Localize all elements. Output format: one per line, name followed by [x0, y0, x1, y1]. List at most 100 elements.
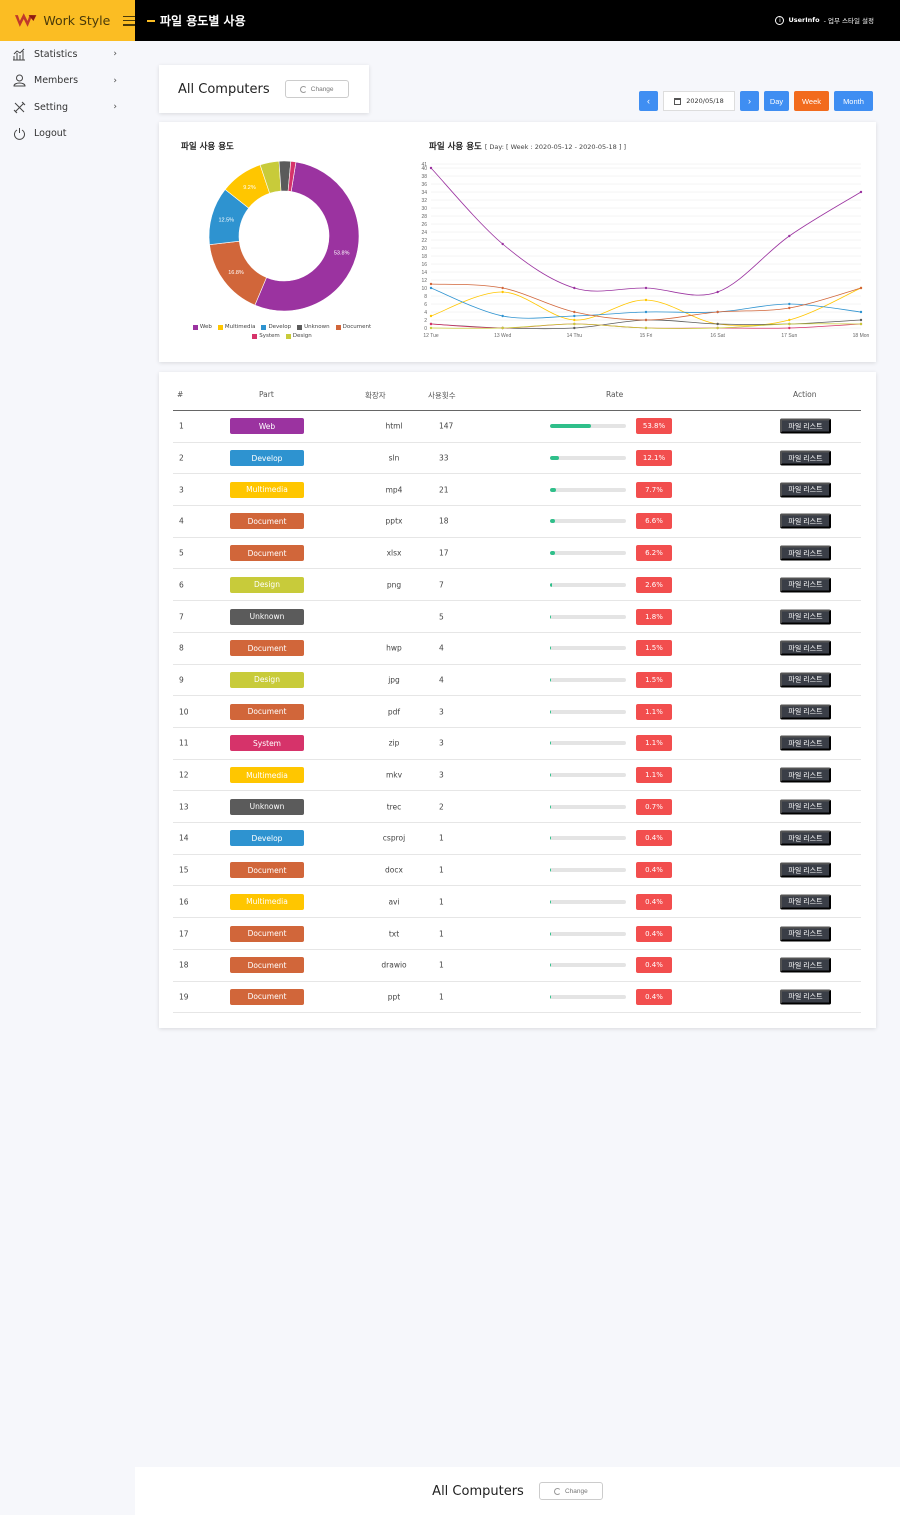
rate-bar-fill	[550, 519, 556, 524]
data-point[interactable]	[429, 322, 433, 326]
file-list-button[interactable]: 파일 리스트	[780, 640, 831, 656]
sidebar-item-statistics[interactable]: Statistics ›	[0, 41, 135, 68]
data-point[interactable]	[644, 326, 648, 330]
file-list-button[interactable]: 파일 리스트	[780, 799, 831, 815]
file-list-button[interactable]: 파일 리스트	[780, 926, 831, 942]
data-point[interactable]	[716, 310, 719, 314]
table-row: 12 Multimedia mkv 3 1.1% 파일 리스트	[173, 760, 861, 792]
sidebar-item-logout[interactable]: Logout	[0, 121, 135, 148]
file-list-button[interactable]: 파일 리스트	[780, 862, 831, 878]
data-point[interactable]	[573, 322, 576, 326]
prev-date-button[interactable]: ‹	[639, 91, 658, 111]
data-point[interactable]	[788, 322, 791, 326]
file-list-button[interactable]: 파일 리스트	[780, 418, 831, 434]
data-point[interactable]	[429, 286, 433, 290]
legend-item[interactable]: System	[252, 333, 280, 339]
usage-count: 17	[439, 548, 449, 558]
legend-item[interactable]: Web	[192, 324, 212, 330]
data-point[interactable]	[644, 310, 648, 314]
userinfo-link[interactable]: i UserInfo - 업무 스타일 설정	[775, 15, 874, 25]
file-list-button[interactable]: 파일 리스트	[780, 450, 831, 466]
row-number: 15	[179, 865, 189, 875]
y-tick-label: 30	[421, 206, 427, 212]
data-point[interactable]	[644, 298, 648, 302]
data-point[interactable]	[788, 318, 791, 322]
row-number: 16	[179, 897, 189, 907]
data-point[interactable]	[859, 318, 863, 322]
data-point[interactable]	[429, 326, 433, 330]
data-point[interactable]	[501, 290, 504, 294]
next-date-button[interactable]: ›	[740, 91, 759, 111]
data-point[interactable]	[573, 310, 576, 314]
file-list-button[interactable]: 파일 리스트	[780, 894, 831, 910]
data-point[interactable]	[644, 286, 648, 290]
week-button[interactable]: Week	[794, 91, 829, 111]
data-point[interactable]	[573, 318, 576, 322]
day-button[interactable]: Day	[764, 91, 789, 111]
data-point[interactable]	[788, 306, 791, 310]
legend-swatch	[285, 333, 291, 339]
legend-item[interactable]: Design	[285, 333, 312, 339]
usage-count: 147	[439, 421, 454, 431]
file-list-button[interactable]: 파일 리스트	[780, 577, 831, 593]
data-point[interactable]	[788, 302, 791, 306]
data-point[interactable]	[501, 314, 504, 318]
file-list-button[interactable]: 파일 리스트	[780, 609, 831, 625]
legend-item[interactable]: Develop	[261, 324, 291, 330]
data-point[interactable]	[716, 322, 719, 326]
legend-item[interactable]: Document	[335, 324, 371, 330]
data-point[interactable]	[716, 290, 719, 294]
table-row: 1 Web html 147 53.8% 파일 리스트	[173, 411, 861, 443]
file-list-button[interactable]: 파일 리스트	[780, 735, 831, 751]
data-point[interactable]	[573, 314, 576, 318]
file-list-button[interactable]: 파일 리스트	[780, 704, 831, 720]
rate-bar-fill	[550, 804, 551, 809]
data-point[interactable]	[501, 326, 504, 330]
file-list-button[interactable]: 파일 리스트	[780, 989, 831, 1005]
rate-badge: 1.5%	[636, 671, 672, 688]
sidebar-item-members[interactable]: Members ›	[0, 68, 135, 95]
usage-count: 2	[439, 802, 444, 812]
data-point[interactable]	[429, 282, 433, 286]
data-point[interactable]	[501, 286, 504, 290]
month-button[interactable]: Month	[834, 91, 873, 111]
file-list-button[interactable]: 파일 리스트	[780, 545, 831, 561]
data-point[interactable]	[501, 242, 504, 246]
chevron-right-icon: ›	[113, 49, 117, 60]
file-list-button[interactable]: 파일 리스트	[780, 830, 831, 846]
brand[interactable]: Work Style	[0, 0, 135, 41]
part-badge: Multimedia	[230, 481, 304, 498]
file-list-button[interactable]: 파일 리스트	[780, 482, 831, 498]
usage-count: 4	[439, 643, 444, 653]
data-point[interactable]	[573, 326, 576, 330]
usage-count: 1	[439, 929, 444, 939]
rate-bar	[550, 614, 626, 619]
file-list-button[interactable]: 파일 리스트	[780, 767, 831, 783]
file-list-button[interactable]: 파일 리스트	[780, 957, 831, 973]
sidebar-item-setting[interactable]: Setting ›	[0, 94, 135, 121]
data-point[interactable]	[716, 326, 719, 330]
file-list-button[interactable]: 파일 리스트	[780, 513, 831, 529]
data-point[interactable]	[644, 318, 648, 322]
data-point[interactable]	[573, 286, 576, 290]
donut-chart: 53.8% 16.8% 12.5% 9.2%	[208, 160, 360, 312]
data-point[interactable]	[859, 310, 863, 314]
hamburger-menu-icon[interactable]	[123, 15, 135, 26]
data-point[interactable]	[859, 190, 863, 194]
data-point[interactable]	[429, 314, 433, 318]
legend-item[interactable]: Multimedia	[217, 324, 255, 330]
change-button[interactable]: Change	[284, 80, 349, 98]
footer-change-button[interactable]: Change	[538, 1482, 603, 1500]
data-point[interactable]	[429, 166, 433, 170]
data-point[interactable]	[788, 326, 791, 330]
date-picker[interactable]: 2020/05/18	[663, 91, 735, 111]
x-tick-label: 12 Tue	[423, 333, 439, 339]
data-point[interactable]	[859, 322, 863, 326]
data-point[interactable]	[859, 286, 863, 290]
y-tick-label: 4	[424, 310, 427, 316]
part-badge: Document	[230, 988, 304, 1005]
legend-item[interactable]: Unknown	[297, 324, 330, 330]
rate-bar-fill	[550, 773, 551, 778]
data-point[interactable]	[788, 234, 791, 238]
file-list-button[interactable]: 파일 리스트	[780, 672, 831, 688]
